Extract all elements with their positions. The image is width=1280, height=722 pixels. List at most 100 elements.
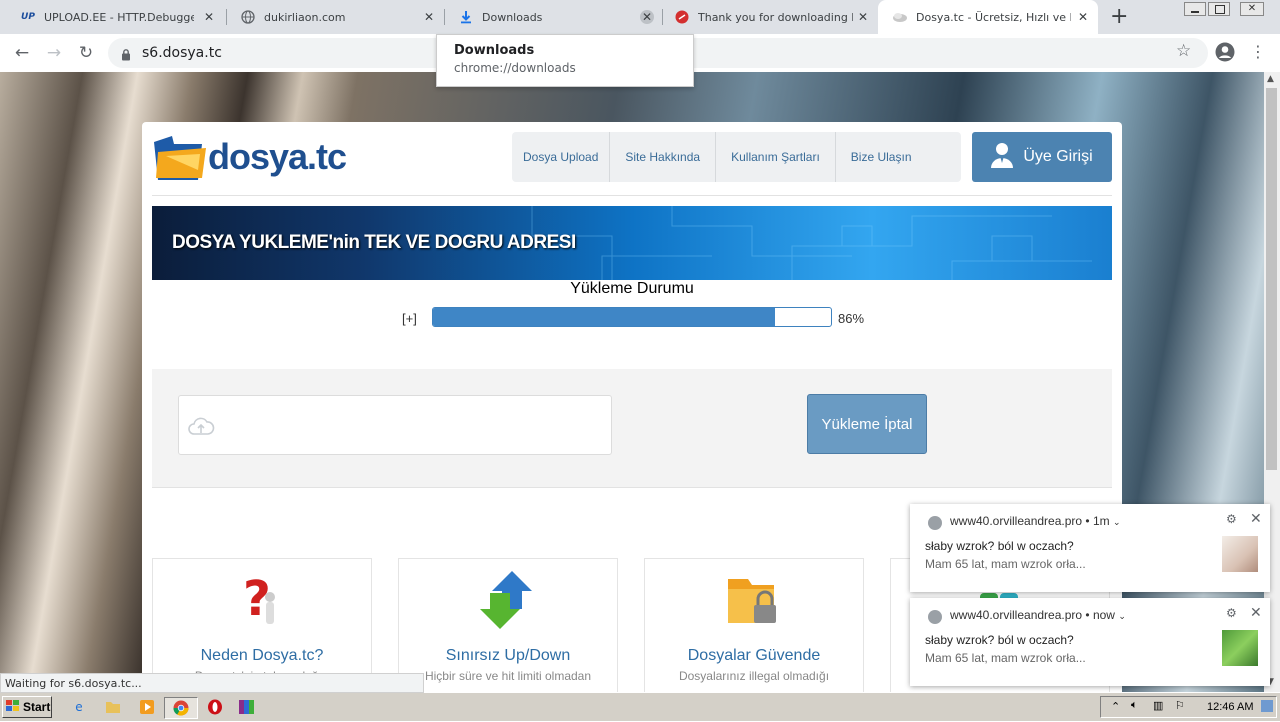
notification-meta: www40.orvilleandrea.pro • 1m ⌄ <box>950 514 1121 528</box>
show-desktop-icon[interactable] <box>1261 700 1273 712</box>
new-tab-button[interactable]: + <box>1110 4 1128 29</box>
hero-banner: DOSYA YUKLEME'nin TEK VE DOGRU ADRESI <box>152 206 1112 280</box>
feature-desc: Hiçbir süre ve hit limiti olmadan <box>424 669 592 683</box>
red-circle-icon <box>674 9 690 25</box>
notification-title: słaby wzrok? ból w oczach? <box>925 633 1074 647</box>
forward-arrow-icon[interactable]: → <box>42 41 66 65</box>
notification-site: www40.orvilleandrea.pro <box>950 514 1083 528</box>
file-dropzone[interactable] <box>178 395 612 455</box>
flag-icon[interactable]: ⚐ <box>1175 699 1185 712</box>
tab-dosya-active[interactable]: Dosya.tc - Ücretsiz, Hızlı ve Kola ✕ <box>878 0 1098 34</box>
maximize-button[interactable] <box>1208 2 1230 16</box>
feature-title: Dosyalar Güvende <box>687 647 821 664</box>
cancel-upload-button[interactable]: Yükleme İptal <box>807 394 927 454</box>
scrollbar-thumb[interactable] <box>1266 88 1277 470</box>
chrome-taskbar-icon[interactable] <box>164 697 198 719</box>
notification-1[interactable]: www40.orvilleandrea.pro • 1m ⌄ ⚙ ✕ słaby… <box>910 504 1270 592</box>
close-icon[interactable]: ✕ <box>856 10 870 24</box>
chevron-down-icon[interactable]: ⌄ <box>1118 611 1126 621</box>
profile-avatar-icon[interactable] <box>1215 42 1235 66</box>
close-icon[interactable]: ✕ <box>1250 604 1262 621</box>
banner-headline: DOSYA YUKLEME'nin TEK VE DOGRU ADRESI <box>172 232 576 253</box>
nav-site-hakkinda[interactable]: Site Hakkında <box>610 132 717 182</box>
notification-body: Mam 65 lat, mam wzrok orła... <box>925 651 1086 665</box>
start-label: Start <box>23 700 51 714</box>
nav-dosya-upload[interactable]: Dosya Upload <box>512 132 611 182</box>
tooltip-title: Downloads <box>454 43 535 58</box>
nav-bize-ulasin[interactable]: Bize Ulaşın <box>836 132 927 182</box>
scroll-up-arrow-icon[interactable]: ▲ <box>1267 74 1274 84</box>
tab-upload-ee[interactable]: UP UPLOAD.EE - HTTP.Debugger.Pr ✕ <box>0 0 224 34</box>
expand-toggle[interactable]: [+] <box>402 311 417 326</box>
back-arrow-icon[interactable]: ← <box>10 41 34 65</box>
header-divider <box>152 195 1112 196</box>
gear-icon[interactable]: ⚙ <box>1226 606 1237 620</box>
folder-icon[interactable] <box>102 697 124 717</box>
restore-icon <box>1215 5 1225 14</box>
tab-title: Dosya.tc - Ücretsiz, Hızlı ve Kola <box>916 10 1071 24</box>
gear-icon[interactable]: ⚙ <box>1226 512 1237 526</box>
close-icon[interactable]: ✕ <box>422 10 436 24</box>
nav-kullanim-sartlari[interactable]: Kullanım Şartları <box>716 132 836 182</box>
network-icon[interactable]: ▥ <box>1153 699 1163 712</box>
close-icon[interactable]: ✕ <box>202 10 216 24</box>
dosya-icon <box>892 9 908 25</box>
close-icon[interactable]: ✕ <box>1076 10 1090 24</box>
notification-meta: www40.orvilleandrea.pro • now ⌄ <box>950 608 1126 622</box>
winrar-icon[interactable] <box>236 697 258 717</box>
volume-icon[interactable]: 🔈︎ <box>1131 699 1138 712</box>
feature-desc: Dosyalarınız illegal olmadığı <box>678 669 830 683</box>
system-tray: ⌃ 🔈︎ ▥ ⚐ 12:46 AM <box>1100 696 1277 718</box>
start-button[interactable]: Start <box>2 696 52 718</box>
login-label: Üye Girişi <box>1023 148 1093 165</box>
close-icon: ✕ <box>1247 3 1257 14</box>
notification-time: 1m <box>1092 514 1110 528</box>
progress-percent: 86% <box>838 311 865 326</box>
locked-folder-icon <box>645 569 863 633</box>
tab-thank-you[interactable]: Thank you for downloading HTT ✕ <box>654 0 878 34</box>
feature-title: Neden Dosya.tc? <box>200 647 324 664</box>
opera-icon[interactable] <box>204 697 226 717</box>
upload-status-title: Yükleme Durumu <box>570 280 694 297</box>
progress-fill <box>433 308 776 326</box>
close-icon[interactable]: ✕ <box>1250 510 1262 527</box>
url-text: s6.dosya.tc <box>142 45 222 61</box>
clock: 12:46 AM <box>1207 701 1254 713</box>
minimize-icon <box>1191 11 1199 13</box>
notification-thumbnail <box>1222 536 1258 572</box>
media-player-icon[interactable] <box>136 697 158 717</box>
user-icon <box>991 142 1014 173</box>
chevron-down-icon[interactable]: ⌄ <box>1113 517 1121 527</box>
feature-title: Sınırsız Up/Down <box>445 647 571 664</box>
tooltip-url: chrome://downloads <box>454 61 576 75</box>
notification-thumbnail <box>1222 630 1258 666</box>
windows-taskbar: Start e ⌃ 🔈︎ ▥ ⚐ 12:46 AM <box>0 692 1280 721</box>
tab-downloads[interactable]: Downloads ✕ <box>438 0 662 34</box>
site-nav: Dosya Upload Site Hakkında Kullanım Şart… <box>512 132 961 182</box>
upload-progress-bar <box>432 307 832 327</box>
internet-explorer-icon[interactable]: e <box>68 697 90 717</box>
site-logo[interactable]: dosya.tc <box>152 134 347 184</box>
reload-icon[interactable]: ↻ <box>74 41 98 65</box>
upload-ee-icon: UP <box>21 12 35 22</box>
login-button[interactable]: Üye Girişi <box>972 132 1112 182</box>
notification-time: now <box>1092 608 1115 622</box>
notification-site: www40.orvilleandrea.pro <box>950 608 1083 622</box>
notification-2[interactable]: www40.orvilleandrea.pro • now ⌄ ⚙ ✕ słab… <box>910 598 1270 686</box>
minimize-button[interactable] <box>1184 2 1206 16</box>
up-down-arrows-icon <box>399 569 617 633</box>
tab-title: dukirliaon.com <box>264 10 346 24</box>
chrome-icon <box>928 516 942 530</box>
tab-strip: UP UPLOAD.EE - HTTP.Debugger.Pr ✕ dukirl… <box>0 0 1280 34</box>
close-icon[interactable]: ✕ <box>640 10 654 24</box>
menu-kebab-icon[interactable]: ⋮ <box>1250 42 1266 62</box>
globe-icon <box>240 9 256 25</box>
chevron-up-icon[interactable]: ⌃ <box>1111 700 1120 713</box>
tab-title: Thank you for downloading HTT <box>698 10 853 24</box>
star-icon[interactable]: ☆ <box>1176 41 1191 61</box>
tab-dukirliaon[interactable]: dukirliaon.com ✕ <box>220 0 444 34</box>
notification-body: Mam 65 lat, mam wzrok orła... <box>925 557 1086 571</box>
lock-icon <box>121 46 131 65</box>
close-window-button[interactable]: ✕ <box>1240 2 1264 16</box>
tab-hover-tooltip: Downloads chrome://downloads <box>436 34 694 87</box>
